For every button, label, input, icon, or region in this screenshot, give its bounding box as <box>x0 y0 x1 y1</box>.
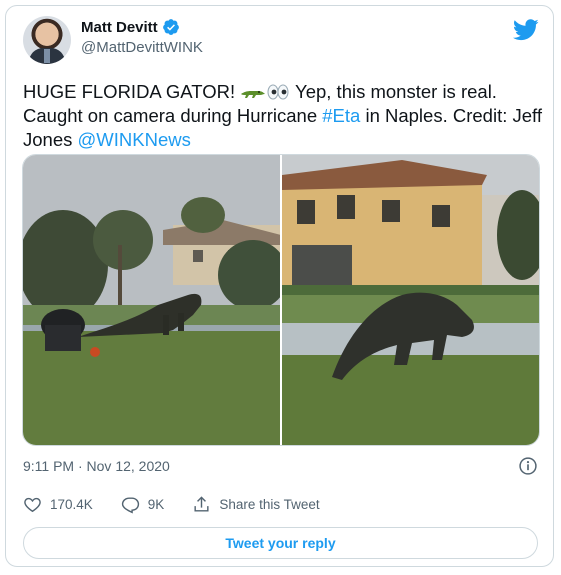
hashtag-link[interactable]: #Eta <box>322 105 360 126</box>
alligator-photo-left[interactable] <box>23 155 282 445</box>
verified-badge-icon <box>162 19 179 35</box>
reply-count: 9K <box>147 497 165 512</box>
tweet-text-part1: HUGE FLORIDA GATOR! <box>23 81 241 102</box>
avatar[interactable] <box>23 16 71 64</box>
tweet-card: Matt Devitt @MattDevittWINK HUGE FLORIDA… <box>5 5 554 567</box>
like-action[interactable]: 170.4K <box>23 495 93 514</box>
reply-action[interactable]: 9K <box>121 495 165 514</box>
mention-link[interactable]: @WINKNews <box>78 129 191 150</box>
like-count: 170.4K <box>50 497 93 512</box>
share-icon <box>194 496 209 512</box>
author-handle[interactable]: @MattDevittWINK <box>81 39 203 56</box>
share-label: Share this Tweet <box>219 497 320 512</box>
reply-bubble-icon <box>121 497 139 514</box>
tweet-text: HUGE FLORIDA GATOR! Yep, this monster is… <box>23 80 543 152</box>
info-icon[interactable] <box>518 456 538 476</box>
share-action[interactable]: Share this Tweet <box>192 495 320 514</box>
eyes-emoji-icon <box>267 84 289 100</box>
author-name[interactable]: Matt Devitt <box>81 19 158 36</box>
avatar-tie <box>44 49 50 63</box>
heart-icon <box>24 497 41 513</box>
action-bar: 170.4K 9K Share this Tweet <box>23 495 348 514</box>
author-name-row[interactable]: Matt Devitt <box>81 18 180 36</box>
twitter-bird-icon[interactable] <box>513 19 539 41</box>
crocodile-emoji-icon <box>241 91 266 98</box>
alligator-photo-right[interactable] <box>282 155 539 445</box>
media-grid <box>22 154 540 446</box>
tweet-your-reply-button[interactable]: Tweet your reply <box>23 527 538 559</box>
tweet-timestamp[interactable]: 9:11 PM · Nov 12, 2020 <box>23 458 170 474</box>
